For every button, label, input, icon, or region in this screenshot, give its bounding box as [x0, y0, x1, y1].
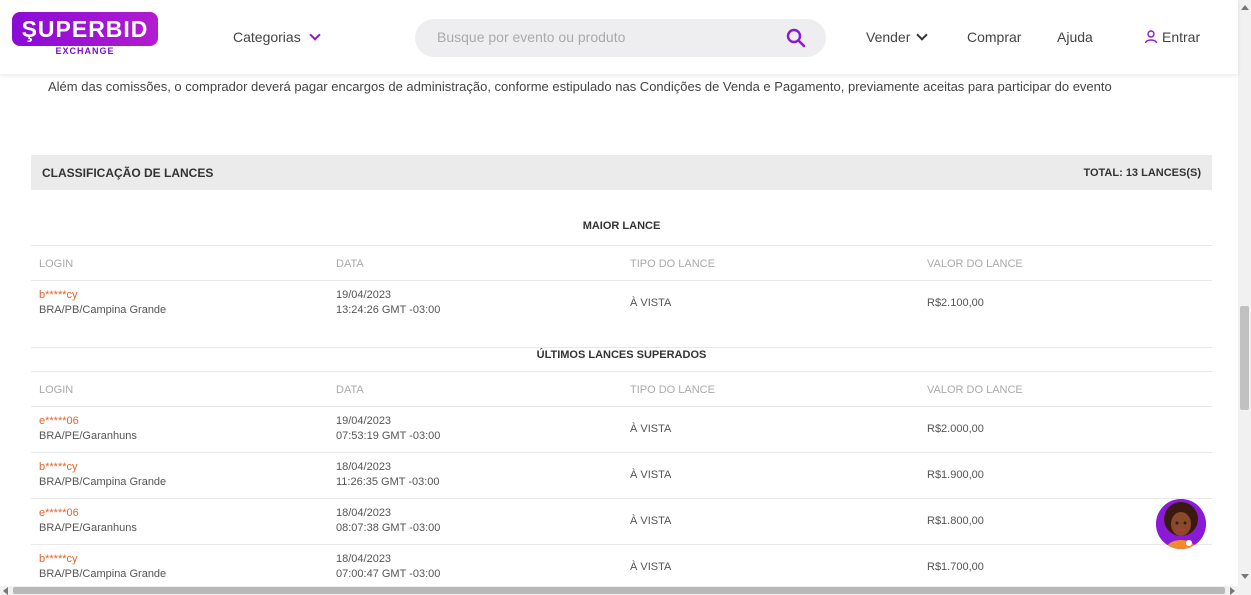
table-row: b*****cy BRA/PB/Campina Grande 18/04/202…	[31, 452, 1212, 499]
bidder-location: BRA/PB/Campina Grande	[39, 568, 167, 580]
column-header-value: VALOR DO LANCE	[927, 258, 1023, 270]
bidder-login: b*****cy	[39, 289, 78, 301]
login-link[interactable]: Entrar	[1144, 29, 1200, 45]
bid-value: R$1.800,00	[927, 515, 984, 527]
logo-subtitle: EXCHANGE	[55, 46, 115, 56]
bidder-location: BRA/PB/Campina Grande	[39, 476, 167, 488]
bids-total: TOTAL: 13 LANCES(S)	[1083, 166, 1201, 179]
highest-bid-title: MAIOR LANCE	[582, 220, 661, 232]
bidder-location: BRA/PE/Garanhuns	[39, 522, 137, 534]
bidder-login: e*****06	[39, 507, 79, 519]
bid-time: 13:24:26 GMT -03:00	[336, 304, 441, 316]
bid-date: 19/04/2023	[336, 415, 392, 427]
bid-type: À VISTA	[630, 561, 672, 573]
user-icon	[1144, 30, 1158, 44]
bid-type: À VISTA	[630, 515, 672, 527]
bid-date: 19/04/2023	[336, 289, 392, 301]
sell-menu[interactable]: Vender	[866, 29, 929, 45]
horizontal-scroll-thumb[interactable]	[13, 587, 1225, 594]
column-header-login: LOGIN	[39, 258, 74, 270]
bid-time: 08:07:38 GMT -03:00	[336, 522, 441, 534]
bid-value: R$2.000,00	[927, 423, 984, 435]
bid-value: R$1.700,00	[927, 561, 984, 573]
vertical-scrollbar[interactable]	[1238, 0, 1251, 595]
bidder-login: e*****06	[39, 415, 79, 427]
bid-value: R$2.100,00	[927, 297, 984, 309]
bidder-login: b*****cy	[39, 461, 78, 473]
help-label: Ajuda	[1057, 29, 1093, 45]
scroll-down-arrow-icon[interactable]	[1241, 574, 1249, 579]
help-link[interactable]: Ajuda	[1057, 29, 1093, 45]
table-header-row: LOGIN DATA TIPO DO LANCE VALOR DO LANCE	[31, 245, 1212, 280]
bid-date: 18/04/2023	[336, 553, 392, 565]
column-header-date: DATA	[336, 384, 364, 396]
bidder-location: BRA/PE/Garanhuns	[39, 430, 137, 442]
sell-label: Vender	[866, 29, 911, 45]
bidder-login: b*****cy	[39, 553, 78, 565]
table-row: b*****cy BRA/PB/Campina Grande 18/04/202…	[31, 544, 1212, 591]
login-label: Entrar	[1162, 29, 1201, 45]
bids-header-bar: CLASSIFICAÇÃO DE LANCES TOTAL: 13 LANCES…	[31, 155, 1212, 190]
column-header-value: VALOR DO LANCE	[927, 384, 1023, 396]
outbid-title: ÚLTIMOS LANCES SUPERADOS	[31, 347, 1212, 361]
vertical-scroll-thumb[interactable]	[1240, 306, 1249, 410]
chevron-down-icon	[916, 29, 929, 41]
logo-badge: ŞUPERBID	[12, 12, 158, 46]
search-input[interactable]	[437, 29, 767, 45]
scroll-right-arrow-icon[interactable]	[1230, 587, 1235, 595]
table-row: e*****06 BRA/PE/Garanhuns 19/04/2023 07:…	[31, 406, 1212, 453]
categories-label: Categorias	[233, 29, 301, 45]
bid-time: 11:26:35 GMT -03:00	[336, 476, 440, 488]
bid-date: 18/04/2023	[336, 461, 392, 473]
bid-type: À VISTA	[630, 469, 672, 481]
superbid-logo[interactable]: ŞUPERBID EXCHANGE	[12, 12, 158, 58]
bid-time: 07:53:19 GMT -03:00	[336, 430, 441, 442]
column-header-type: TIPO DO LANCE	[630, 384, 715, 396]
search-icon[interactable]	[786, 28, 806, 48]
bid-value: R$1.900,00	[927, 469, 984, 481]
bid-date: 18/04/2023	[336, 507, 392, 519]
column-header-login: LOGIN	[39, 384, 74, 396]
table-row: b*****cy BRA/PB/Campina Grande 19/04/202…	[31, 280, 1212, 327]
categories-menu[interactable]: Categorias	[233, 29, 321, 45]
fees-notice: Além das comissões, o comprador deverá p…	[48, 79, 1112, 94]
assistant-avatar-icon	[1156, 499, 1206, 549]
table-row: e*****06 BRA/PE/Garanhuns 18/04/2023 08:…	[31, 498, 1212, 545]
table-header-row: LOGIN DATA TIPO DO LANCE VALOR DO LANCE	[31, 371, 1212, 406]
top-header: ŞUPERBID EXCHANGE Categorias Vender Comp…	[0, 0, 1238, 74]
search-bar	[415, 19, 826, 57]
page: ŞUPERBID EXCHANGE Categorias Vender Comp…	[0, 0, 1251, 595]
column-header-type: TIPO DO LANCE	[630, 258, 715, 270]
bid-time: 07:00:47 GMT -03:00	[336, 568, 441, 580]
scroll-left-arrow-icon[interactable]	[3, 587, 8, 595]
scroll-up-arrow-icon[interactable]	[1241, 5, 1249, 10]
chevron-down-icon	[309, 29, 321, 41]
chat-assistant-avatar[interactable]	[1156, 499, 1206, 549]
column-header-date: DATA	[336, 258, 364, 270]
bids-title: CLASSIFICAÇÃO DE LANCES	[42, 165, 214, 180]
bid-type: À VISTA	[630, 423, 672, 435]
horizontal-scrollbar[interactable]	[0, 586, 1238, 595]
logo-text: ŞUPERBID	[21, 15, 149, 42]
bid-type: À VISTA	[630, 297, 672, 309]
buy-label: Comprar	[967, 29, 1022, 45]
buy-link[interactable]: Comprar	[967, 29, 1021, 45]
bidder-location: BRA/PB/Campina Grande	[39, 304, 167, 316]
